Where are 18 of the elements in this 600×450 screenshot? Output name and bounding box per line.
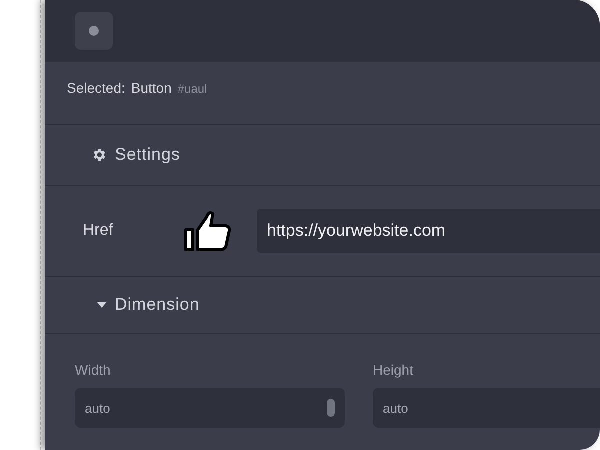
selected-element: Button — [131, 80, 172, 96]
selected-label: Selected: — [67, 80, 126, 96]
dimension-input[interactable]: auto — [75, 388, 345, 428]
settings-icon — [91, 147, 107, 163]
dimension-input[interactable]: auto — [373, 388, 600, 428]
field-label: Height — [373, 362, 414, 378]
caret-icon — [97, 301, 107, 309]
field-label: Href — [83, 222, 114, 240]
settings-header[interactable]: Settings — [45, 124, 600, 186]
dot-icon — [89, 26, 99, 36]
settings-title: Settings — [115, 145, 180, 165]
dimension-title: Dimension — [115, 295, 200, 315]
dimension-header[interactable]: Dimension — [45, 276, 600, 334]
href-input[interactable]: https://yourwebsite.com — [257, 209, 600, 253]
element-id: #uaul — [178, 82, 208, 96]
stepper-icon — [327, 399, 335, 417]
toolbar-button[interactable] — [75, 12, 113, 50]
field-label: Width — [75, 362, 112, 378]
